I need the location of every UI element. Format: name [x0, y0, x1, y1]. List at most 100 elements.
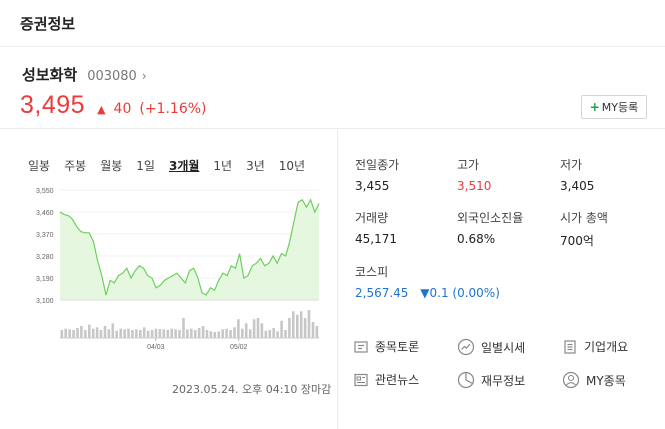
volume-bar	[142, 327, 146, 338]
volume-bar	[154, 328, 158, 338]
volume-bar	[229, 330, 232, 338]
volume-bar	[72, 330, 75, 338]
divider	[0, 128, 665, 129]
volume-bar	[288, 318, 291, 338]
section-title: 증권정보	[20, 15, 76, 33]
up-arrow-icon: ▲	[97, 103, 106, 116]
volume-bar	[182, 318, 185, 338]
y-tick-label: 3,190	[36, 276, 54, 283]
plus-icon: +	[589, 100, 600, 114]
stock-name[interactable]: 성보화학	[22, 64, 77, 85]
volume-bar	[193, 330, 197, 338]
volume-bar	[178, 330, 181, 338]
volume-bar	[303, 318, 307, 338]
link-label: 재무정보	[481, 373, 526, 388]
price-chart[interactable]: 3,550 3,460 3,370 3,280 3,190 3,100 04/03 05/02	[20, 182, 330, 357]
user-icon	[562, 371, 580, 389]
volume-bar	[166, 330, 170, 338]
volume-bar	[284, 330, 287, 338]
link-label: 일별시세	[481, 340, 526, 355]
timestamp: 2023.05.24. 오후 04:10 장마감	[172, 383, 332, 396]
chart-trend-icon	[457, 338, 475, 356]
volume-bar	[68, 329, 71, 338]
stat-label: 시가 총액	[560, 211, 608, 225]
price-chart-svg: 3,550 3,460 3,370 3,280 3,190 3,100 04/03 05/02	[36, 188, 320, 351]
volume-bar	[115, 330, 118, 338]
tab-10-years[interactable]: 10년	[279, 157, 305, 174]
link-label: 관련뉴스	[375, 373, 420, 387]
volume-bar	[76, 328, 79, 338]
volume-bar	[264, 330, 268, 338]
volume-bar	[272, 328, 275, 338]
stat-low: 저가 3,405	[560, 156, 665, 193]
link-my-stocks[interactable]: MY종목	[562, 371, 626, 389]
volume-bar	[170, 328, 173, 338]
my-register-button[interactable]: + MY등록	[581, 95, 647, 119]
stat-label: 전일종가	[355, 158, 400, 172]
volume-bar	[209, 331, 213, 338]
stat-value: 700억	[560, 234, 594, 248]
link-financial-info[interactable]: 재무정보	[457, 371, 525, 389]
stat-value: 3,510	[457, 179, 492, 193]
stat-high: 고가 3,510	[457, 156, 567, 193]
stat-kospi[interactable]: 코스피 2,567.45 ▼0.1 (0.00%)	[355, 263, 555, 300]
link-related-news[interactable]: 관련뉴스	[353, 371, 419, 388]
my-register-label: MY등록	[601, 101, 639, 114]
price-area	[60, 199, 319, 300]
volume-bar	[131, 330, 134, 338]
volume-bar	[296, 314, 299, 338]
volume-bar	[237, 319, 240, 338]
stat-market-cap: 시가 총액 700억	[560, 209, 665, 249]
volume-bar	[190, 328, 193, 338]
volume-bar	[268, 330, 272, 338]
volume-bar	[315, 326, 319, 338]
stat-label: 외국인소진율	[457, 211, 524, 225]
stat-value: 0.68%	[457, 232, 496, 246]
volume-bar	[123, 329, 126, 338]
stock-name-link[interactable]: 성보화학 003080 ›	[22, 64, 147, 85]
volume-bar	[111, 323, 115, 338]
link-label: 기업개요	[584, 340, 629, 354]
tab-monthly-candle[interactable]: 월봉	[100, 157, 122, 174]
stat-value: 3,455	[355, 179, 390, 193]
forum-icon	[354, 340, 368, 353]
divider	[337, 129, 338, 429]
volume-bar	[241, 328, 244, 338]
tab-3-months[interactable]: 3개월	[169, 157, 199, 174]
y-tick-label: 3,280	[36, 254, 54, 261]
volume-bar	[107, 329, 111, 338]
volume-bar	[244, 323, 248, 338]
volume-bar	[95, 327, 99, 338]
volume-bar	[252, 319, 256, 338]
pie-chart-icon	[457, 371, 475, 389]
chevron-right-icon[interactable]: ›	[142, 69, 147, 83]
volume-bar	[307, 310, 311, 338]
volume-bar	[213, 332, 217, 338]
tab-weekly-candle[interactable]: 주봉	[64, 157, 86, 174]
stat-value: 3,405	[560, 179, 595, 193]
volume-bar	[174, 329, 177, 338]
tab-1-day[interactable]: 1일	[136, 157, 155, 174]
volume-bar	[135, 329, 138, 338]
tab-daily-candle[interactable]: 일봉	[28, 157, 50, 174]
news-icon	[354, 373, 368, 386]
stock-code[interactable]: 003080	[87, 69, 137, 84]
tab-3-years[interactable]: 3년	[246, 157, 265, 174]
stat-label: 코스피	[355, 265, 389, 279]
tab-1-year[interactable]: 1년	[213, 157, 232, 174]
volume-bar	[233, 327, 236, 338]
link-label: MY종목	[586, 373, 626, 388]
volume-bar	[88, 324, 91, 338]
x-tick-label: 05/02	[230, 344, 248, 351]
link-daily-quotes[interactable]: 일별시세	[457, 338, 525, 356]
link-label: 종목토론	[375, 340, 420, 354]
volume-bar	[311, 322, 315, 338]
y-tick-label: 3,460	[36, 210, 54, 217]
volume-bar	[80, 326, 83, 338]
y-tick-label: 3,370	[36, 232, 54, 239]
link-forum[interactable]: 종목토론	[353, 338, 419, 355]
volume-bar	[221, 329, 224, 338]
volume-bar	[84, 330, 87, 338]
stat-label: 저가	[560, 158, 583, 172]
link-company-overview[interactable]: 기업개요	[562, 338, 628, 355]
